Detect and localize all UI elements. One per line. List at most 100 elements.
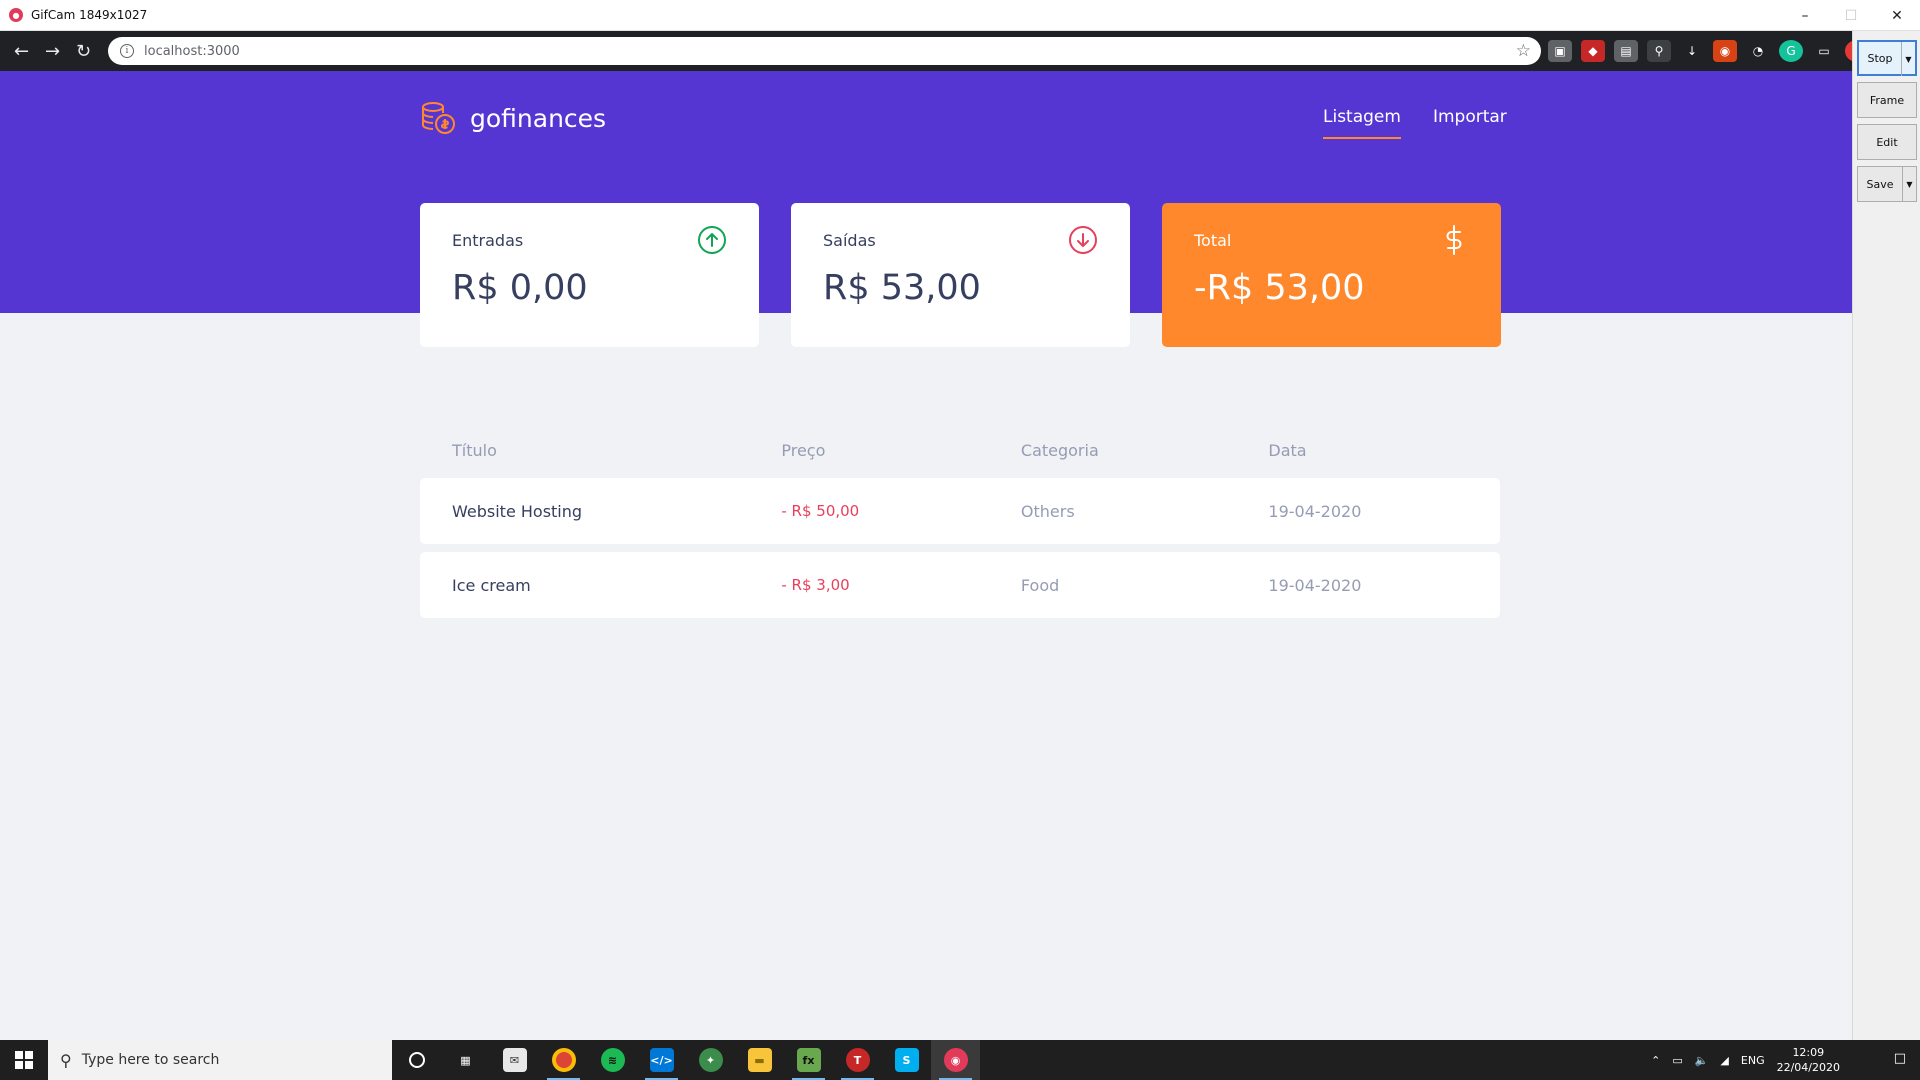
excel-icon[interactable]: fx [784, 1040, 833, 1080]
stop-button[interactable]: Stop ▼ [1857, 40, 1917, 76]
outcome-label: Saídas [823, 231, 876, 250]
chevron-down-icon[interactable]: ▼ [1902, 167, 1916, 201]
transaction-category: Food [1020, 575, 1060, 595]
extension-icon[interactable]: ▣ [1548, 40, 1572, 62]
taskbar-search[interactable]: ⚲ Type here to search [48, 1040, 392, 1080]
frame-label: Frame [1869, 93, 1905, 107]
download-icon[interactable]: ↓ [1680, 40, 1704, 62]
chevron-down-icon[interactable]: ▼ [1901, 42, 1915, 76]
nav-importar[interactable]: Importar [1433, 107, 1507, 139]
clock-date: 22/04/2020 [1776, 1061, 1840, 1074]
table-row: Website Hosting - R$ 50,00 Others 19-04-… [420, 478, 1500, 544]
transaction-date: 19-04-2020 [1268, 501, 1362, 521]
clock-time: 12:09 [1792, 1046, 1825, 1059]
column-header-title: Título [452, 440, 497, 460]
nav-listagem[interactable]: Listagem [1323, 107, 1401, 139]
spotify-icon[interactable]: ≋ [588, 1040, 637, 1080]
table-header: Título Preço Categoria Data [420, 430, 1500, 470]
transaction-date: 19-04-2020 [1268, 575, 1362, 595]
save-button[interactable]: Save ▼ [1857, 166, 1917, 202]
volume-icon[interactable]: 🔈 [1695, 1054, 1709, 1067]
arrow-down-circle-icon [1069, 226, 1097, 254]
income-card: Entradas R$ 0,00 [420, 203, 759, 347]
window-controls: – ☐ ✕ [1782, 0, 1920, 31]
cortana-icon[interactable] [392, 1040, 441, 1080]
outcome-card: Saídas R$ 53,00 [791, 203, 1130, 347]
browser-toolbar: ← → ↻ i localhost:3000 ☆ ▣ ◆ ▤ ⚲ ↓ ◉ ◔ G… [0, 31, 1869, 71]
windows-logo-icon [15, 1051, 33, 1069]
windows-start-icon[interactable] [0, 1040, 48, 1080]
extension-icon[interactable]: ◔ [1746, 40, 1770, 62]
summary-cards: Entradas R$ 0,00 Saídas R$ 53,00 Total -… [420, 203, 1501, 347]
transaction-price: - R$ 3,00 [781, 576, 850, 594]
search-extension-icon[interactable]: ⚲ [1647, 40, 1671, 62]
info-icon[interactable]: i [120, 44, 134, 58]
language-indicator[interactable]: ENG [1741, 1054, 1765, 1067]
notification-icon[interactable]: □ [1894, 1051, 1906, 1066]
frame-button[interactable]: Frame [1857, 82, 1917, 118]
transaction-title: Website Hosting [452, 501, 583, 521]
transaction-price: - R$ 50,00 [781, 502, 860, 520]
file-explorer-icon[interactable]: ▬ [735, 1040, 784, 1080]
chevron-up-icon[interactable]: ⌃ [1651, 1054, 1660, 1067]
app-icon[interactable]: ✦ [686, 1040, 735, 1080]
window-title: GifCam 1849x1027 [31, 8, 148, 22]
clock[interactable]: 12:09 22/04/2020 [1777, 1045, 1840, 1075]
app-icon[interactable]: T [833, 1040, 882, 1080]
search-icon: ⚲ [60, 1050, 72, 1070]
grammarly-icon[interactable]: G [1779, 40, 1803, 62]
mail-icon[interactable]: ✉ [490, 1040, 539, 1080]
income-value: R$ 0,00 [452, 268, 588, 308]
main-nav: Listagem Importar [1323, 107, 1507, 139]
column-header-price: Preço [781, 440, 826, 460]
brand-name: gofinances [470, 103, 607, 133]
maximize-button[interactable]: ☐ [1828, 0, 1874, 31]
task-view-icon[interactable]: ▦ [441, 1040, 490, 1080]
minimize-button[interactable]: – [1782, 0, 1828, 31]
close-button[interactable]: ✕ [1874, 0, 1920, 31]
outcome-value: R$ 53,00 [823, 268, 981, 308]
income-label: Entradas [452, 231, 524, 250]
url-text: localhost:3000 [144, 43, 240, 59]
taskbar: ⚲ Type here to search ▦ ✉ ≋ </> ✦ ▬ fx T… [0, 1040, 1852, 1080]
gifcam-icon[interactable]: ◉ [931, 1040, 980, 1080]
edit-label: Edit [1876, 135, 1898, 149]
extension-icon[interactable]: ▤ [1614, 40, 1638, 62]
chrome-icon[interactable] [539, 1040, 588, 1080]
back-arrow-icon[interactable]: ← [6, 31, 37, 71]
search-placeholder: Type here to search [81, 1052, 220, 1068]
transaction-category: Others [1020, 501, 1075, 521]
column-header-date: Data [1268, 440, 1307, 460]
dollar-icon [1446, 225, 1462, 255]
column-header-category: Categoria [1020, 440, 1099, 460]
forward-arrow-icon[interactable]: → [37, 31, 68, 71]
taskbar-apps: ▦ ✉ ≋ </> ✦ ▬ fx T S ◉ [392, 1040, 980, 1080]
skype-icon[interactable]: S [882, 1040, 931, 1080]
extensions-bar: ▣ ◆ ▤ ⚲ ↓ ◉ ◔ G ▭ ● [1548, 35, 1869, 67]
extension-icon[interactable]: ◉ [1713, 40, 1737, 62]
gifcam-panel: Stop ▼ Frame Edit Save ▼ [1852, 31, 1920, 1048]
total-value: -R$ 53,00 [1194, 268, 1365, 308]
total-label: Total [1194, 231, 1232, 250]
transactions-table: Título Preço Categoria Data Website Host… [420, 430, 1500, 618]
coins-logo-icon [422, 102, 455, 134]
save-label: Save [1866, 177, 1894, 191]
total-card: Total -R$ 53,00 [1162, 203, 1501, 347]
edit-button[interactable]: Edit [1857, 124, 1917, 160]
network-icon[interactable]: ◢ [1720, 1054, 1728, 1067]
stop-label: Stop [1867, 51, 1893, 65]
vscode-icon[interactable]: </> [637, 1040, 686, 1080]
gifcam-app-icon: ● [9, 8, 23, 22]
brand-logo[interactable]: gofinances [420, 101, 606, 135]
system-tray: ⌃ ▭ 🔈 ◢ ENG 12:09 22/04/2020 [1651, 1040, 1852, 1080]
table-row: Ice cream - R$ 3,00 Food 19-04-2020 [420, 552, 1500, 618]
address-bar[interactable]: i localhost:3000 ☆ [108, 37, 1541, 65]
extension-icon[interactable]: ◆ [1581, 40, 1605, 62]
bookmark-star-icon[interactable]: ☆ [1516, 41, 1531, 61]
taskbar-end: □ [1852, 1040, 1920, 1080]
reload-icon[interactable]: ↻ [68, 31, 99, 71]
extension-icon[interactable]: ▭ [1812, 40, 1836, 62]
arrow-up-circle-icon [698, 226, 726, 254]
transaction-title: Ice cream [452, 575, 531, 595]
battery-icon[interactable]: ▭ [1672, 1054, 1682, 1067]
